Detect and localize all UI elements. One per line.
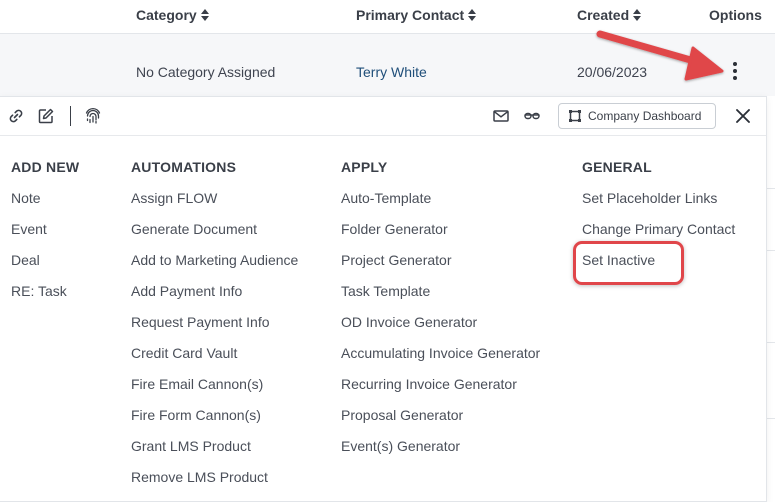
sort-icon (468, 9, 477, 21)
primary-contact-link[interactable]: Terry White (356, 64, 427, 80)
menu-item-auto-template[interactable]: Auto-Template (341, 190, 540, 221)
menu-item-set-placeholder-links[interactable]: Set Placeholder Links (582, 190, 735, 221)
edit-icon[interactable] (37, 107, 55, 125)
menu-item-fire-email-cannons[interactable]: Fire Email Cannon(s) (131, 376, 298, 407)
menu-column-automations: AUTOMATIONS Assign FLOW Generate Documen… (131, 159, 298, 500)
menu-item-re-task[interactable]: RE: Task (11, 283, 79, 314)
table-edge (766, 96, 775, 500)
menu-item-remove-lms-product[interactable]: Remove LMS Product (131, 469, 298, 500)
panel-toolbar: Company Dashboard (0, 97, 766, 136)
options-dropdown-panel: Company Dashboard ADD NEW Note Event Dea… (0, 96, 767, 502)
menu-item-folder-generator[interactable]: Folder Generator (341, 221, 540, 252)
company-dashboard-button[interactable]: Company Dashboard (558, 103, 716, 129)
menu-item-recurring-invoice-generator[interactable]: Recurring Invoice Generator (341, 376, 540, 407)
link-icon[interactable] (7, 107, 25, 125)
menu-item-od-invoice-generator[interactable]: OD Invoice Generator (341, 314, 540, 345)
mail-icon[interactable] (492, 107, 510, 125)
category-cell: No Category Assigned (136, 64, 276, 80)
menu-item-events-generator[interactable]: Event(s) Generator (341, 438, 540, 469)
menu-item-fire-form-cannons[interactable]: Fire Form Cannon(s) (131, 407, 298, 438)
column-header-category[interactable]: Category (136, 7, 209, 23)
sort-icon (200, 9, 209, 21)
menu-heading-apply: APPLY (341, 159, 388, 175)
column-header-created[interactable]: Created (577, 7, 642, 23)
menu-item-generate-document[interactable]: Generate Document (131, 221, 298, 252)
company-dashboard-label: Company Dashboard (588, 109, 702, 123)
menu-item-accumulating-invoice-generator[interactable]: Accumulating Invoice Generator (341, 345, 540, 376)
menu-column-add-new: ADD NEW Note Event Deal RE: Task (11, 159, 79, 314)
column-header-label: Options (709, 7, 762, 23)
menu-item-event[interactable]: Event (11, 221, 79, 252)
menu-item-add-to-marketing-audience[interactable]: Add to Marketing Audience (131, 252, 298, 283)
menu-item-add-payment-info[interactable]: Add Payment Info (131, 283, 298, 314)
menu-heading-add-new: ADD NEW (11, 159, 80, 175)
annotation-arrow-icon (596, 30, 724, 81)
column-header-primary-contact[interactable]: Primary Contact (356, 7, 477, 23)
menu-item-note[interactable]: Note (11, 190, 79, 221)
glasses-icon[interactable] (523, 107, 541, 125)
set-inactive-highlight (573, 241, 684, 285)
menu-item-request-payment-info[interactable]: Request Payment Info (131, 314, 298, 345)
column-header-label: Primary Contact (356, 7, 465, 23)
menu-item-task-template[interactable]: Task Template (341, 283, 540, 314)
toolbar-divider (70, 106, 71, 126)
close-icon[interactable] (735, 108, 751, 124)
menu-heading-general: GENERAL (582, 159, 652, 175)
sort-icon (633, 9, 642, 21)
menu-item-project-generator[interactable]: Project Generator (341, 252, 540, 283)
menu-item-grant-lms-product[interactable]: Grant LMS Product (131, 438, 298, 469)
menu-column-apply: APPLY Auto-Template Folder Generator Pro… (341, 159, 540, 469)
menu-heading-automations: AUTOMATIONS (131, 159, 237, 175)
menu-item-credit-card-vault[interactable]: Credit Card Vault (131, 345, 298, 376)
menu-item-proposal-generator[interactable]: Proposal Generator (341, 407, 540, 438)
column-header-label: Created (577, 7, 630, 23)
menu-item-assign-flow[interactable]: Assign FLOW (131, 190, 298, 221)
menu-item-deal[interactable]: Deal (11, 252, 79, 283)
dashboard-icon (569, 110, 581, 122)
column-header-label: Category (136, 7, 197, 23)
fingerprint-icon[interactable] (84, 107, 102, 125)
column-header-options: Options (709, 7, 762, 23)
options-menu-icon[interactable] (731, 62, 739, 80)
